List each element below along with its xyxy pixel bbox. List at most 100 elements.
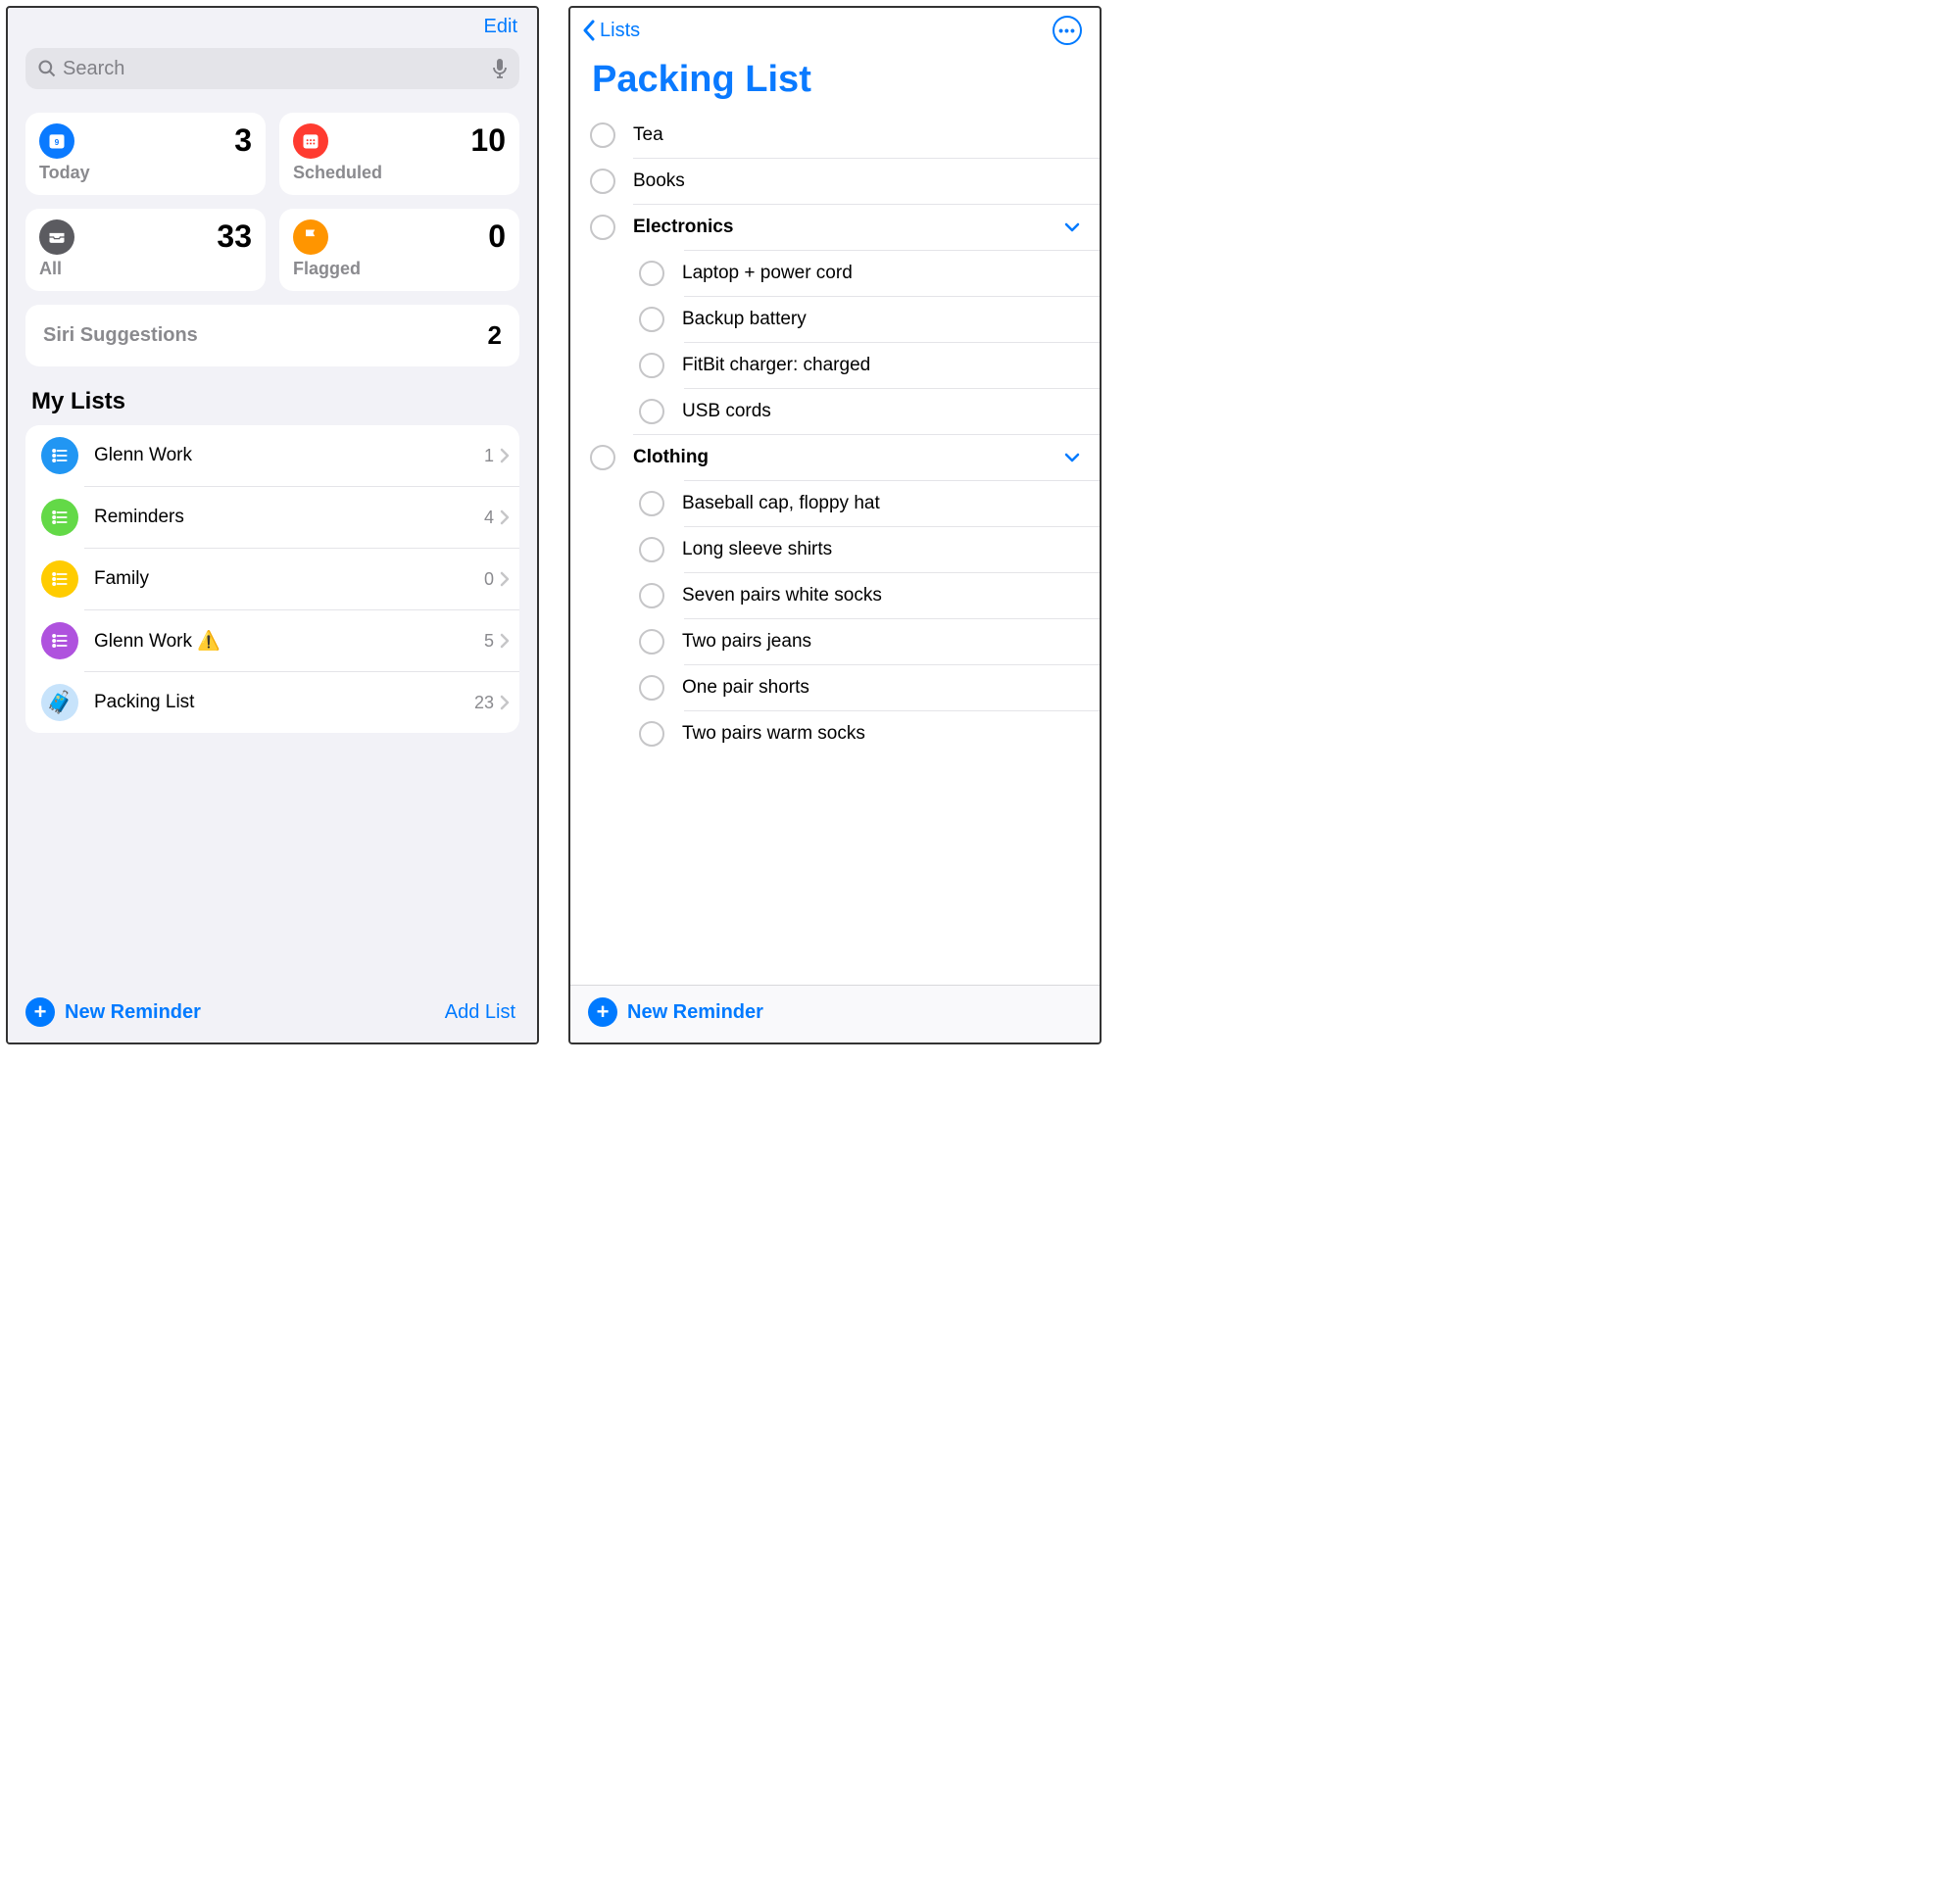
list-name: Reminders	[94, 507, 484, 528]
calendar-icon: 9	[39, 123, 74, 159]
reminder-text: Two pairs warm socks	[682, 723, 1080, 745]
plus-icon: +	[588, 997, 617, 1027]
new-reminder-label: New Reminder	[627, 1001, 763, 1024]
list-name: Glenn Work	[94, 445, 484, 466]
back-button[interactable]: Lists	[582, 20, 640, 42]
reminder-item[interactable]: Tea	[570, 113, 1100, 158]
reminder-item[interactable]: Backup battery	[570, 297, 1100, 342]
top-bar: Edit	[8, 8, 537, 44]
today-card[interactable]: 9 3 Today	[25, 113, 266, 195]
complete-toggle[interactable]	[639, 629, 664, 655]
list-row[interactable]: 🧳Packing List23	[25, 672, 519, 733]
today-label: Today	[39, 163, 252, 183]
scheduled-count: 10	[470, 122, 506, 159]
svg-text:9: 9	[55, 137, 60, 147]
flagged-label: Flagged	[293, 259, 506, 279]
chevron-right-icon	[500, 509, 510, 525]
complete-toggle[interactable]	[639, 353, 664, 378]
list-row[interactable]: Family0	[25, 549, 519, 609]
new-reminder-label: New Reminder	[65, 1001, 201, 1024]
scheduled-card[interactable]: 10 Scheduled	[279, 113, 519, 195]
list-icon	[41, 622, 78, 659]
complete-toggle[interactable]	[639, 721, 664, 747]
chevron-down-icon[interactable]	[1064, 222, 1080, 232]
list-count: 0	[484, 569, 494, 590]
complete-toggle[interactable]	[590, 169, 615, 194]
edit-button[interactable]: Edit	[484, 16, 517, 38]
complete-toggle[interactable]	[639, 537, 664, 562]
reminder-item[interactable]: One pair shorts	[570, 665, 1100, 710]
list-count: 5	[484, 631, 494, 652]
reminder-item[interactable]: Baseball cap, floppy hat	[570, 481, 1100, 526]
reminder-text: Clothing	[633, 447, 1064, 468]
complete-toggle[interactable]	[590, 445, 615, 470]
complete-toggle[interactable]	[639, 307, 664, 332]
reminder-text: Two pairs jeans	[682, 631, 1080, 653]
reminder-item[interactable]: FitBit charger: charged	[570, 343, 1100, 388]
reminder-text: FitBit charger: charged	[682, 355, 1080, 376]
reminder-item[interactable]: Books	[570, 159, 1100, 204]
ellipsis-icon: •••	[1058, 24, 1076, 37]
search-placeholder: Search	[63, 58, 492, 80]
chevron-right-icon	[500, 571, 510, 587]
siri-label: Siri Suggestions	[43, 324, 198, 347]
reminder-text: Backup battery	[682, 309, 1080, 330]
siri-suggestions-card[interactable]: Siri Suggestions 2	[25, 305, 519, 366]
my-lists: Glenn Work1Reminders4Family0Glenn Work ⚠…	[25, 425, 519, 733]
plus-icon: +	[25, 997, 55, 1027]
list-icon: 🧳	[41, 684, 78, 721]
flag-icon	[293, 219, 328, 255]
all-count: 33	[217, 218, 252, 255]
chevron-left-icon	[582, 20, 596, 41]
reminder-item[interactable]: Long sleeve shirts	[570, 527, 1100, 572]
reminder-item[interactable]: Two pairs jeans	[570, 619, 1100, 664]
list-name: Glenn Work ⚠️	[94, 629, 484, 653]
all-card[interactable]: 33 All	[25, 209, 266, 291]
search-icon	[37, 59, 57, 78]
reminder-group[interactable]: Electronics	[570, 205, 1100, 250]
flagged-card[interactable]: 0 Flagged	[279, 209, 519, 291]
list-icon	[41, 560, 78, 598]
list-row[interactable]: Glenn Work1	[25, 425, 519, 486]
siri-count: 2	[488, 320, 502, 351]
bottom-toolbar: + New Reminder Add List	[8, 986, 537, 1042]
reminder-text: Baseball cap, floppy hat	[682, 493, 1080, 514]
reminder-item[interactable]: USB cords	[570, 389, 1100, 434]
more-button[interactable]: •••	[1053, 16, 1082, 45]
reminder-item[interactable]: Seven pairs white socks	[570, 573, 1100, 618]
reminder-item[interactable]: Laptop + power cord	[570, 251, 1100, 296]
nav-bar: Lists •••	[570, 8, 1100, 47]
chevron-right-icon	[500, 633, 510, 649]
list-row[interactable]: Glenn Work ⚠️5	[25, 610, 519, 671]
list-count: 4	[484, 508, 494, 528]
reminder-group[interactable]: Clothing	[570, 435, 1100, 480]
complete-toggle[interactable]	[639, 675, 664, 701]
list-name: Family	[94, 568, 484, 590]
search-input[interactable]: Search	[25, 48, 519, 89]
complete-toggle[interactable]	[639, 491, 664, 516]
chevron-down-icon[interactable]	[1064, 453, 1080, 462]
reminder-item[interactable]: Two pairs warm socks	[570, 711, 1100, 756]
list-icon	[41, 437, 78, 474]
list-name: Packing List	[94, 692, 474, 713]
add-list-button[interactable]: Add List	[445, 1001, 515, 1024]
reminder-items[interactable]: Tea Books Electronics Laptop + power cord Ba…	[570, 113, 1100, 985]
flagged-count: 0	[488, 218, 506, 255]
mic-icon[interactable]	[492, 58, 508, 79]
smart-lists-grid: 9 3 Today 10 Scheduled 33 All	[8, 99, 537, 291]
new-reminder-button[interactable]: + New Reminder	[588, 997, 763, 1027]
complete-toggle[interactable]	[590, 215, 615, 240]
search-container: Search	[8, 44, 537, 99]
complete-toggle[interactable]	[639, 399, 664, 424]
complete-toggle[interactable]	[639, 583, 664, 608]
reminder-text: USB cords	[682, 401, 1080, 422]
new-reminder-button[interactable]: + New Reminder	[25, 997, 201, 1027]
reminder-text: Tea	[633, 124, 1080, 146]
complete-toggle[interactable]	[639, 261, 664, 286]
list-row[interactable]: Reminders4	[25, 487, 519, 548]
today-count: 3	[234, 122, 252, 159]
list-detail-screen: Lists ••• Packing List Tea Books Electroni…	[568, 6, 1102, 1044]
reminder-text: Electronics	[633, 217, 1064, 238]
complete-toggle[interactable]	[590, 122, 615, 148]
list-title: Packing List	[570, 47, 1100, 113]
